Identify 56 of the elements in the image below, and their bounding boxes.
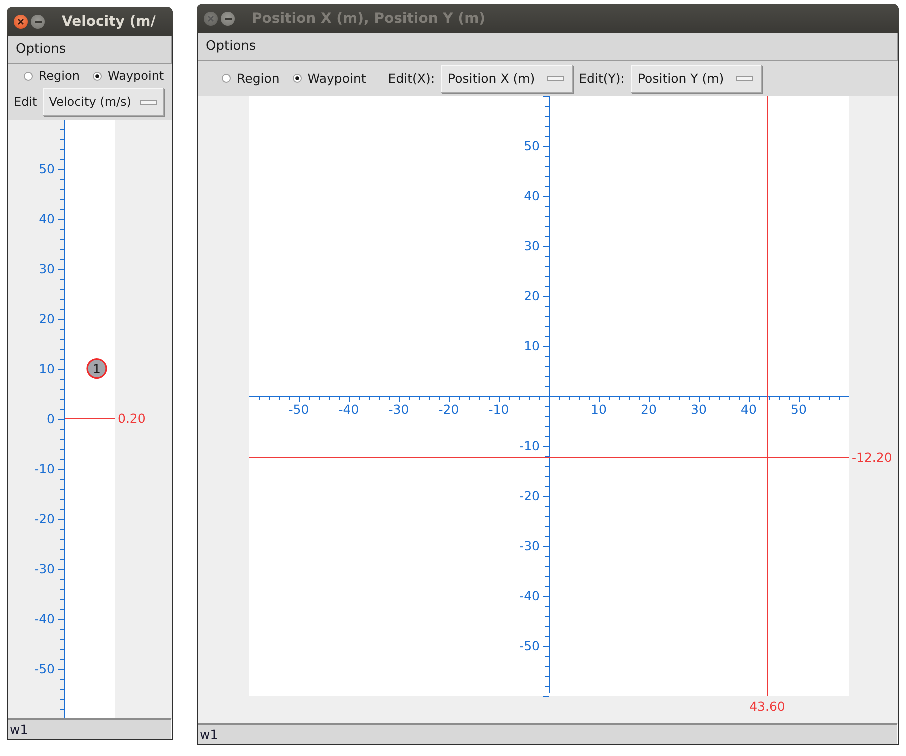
cursor-line xyxy=(64,418,116,419)
menu-item[interactable]: Options xyxy=(8,42,74,57)
close-icon xyxy=(208,16,214,22)
dropdown-icon xyxy=(140,100,156,104)
tick-label: -30 xyxy=(34,562,55,576)
tick-label: 20 xyxy=(641,402,657,417)
tick-label: -20 xyxy=(520,488,540,504)
tick-label: -10 xyxy=(488,402,510,417)
tick-label: -30 xyxy=(520,538,540,554)
tick-label: -50 xyxy=(520,638,540,654)
close-icon xyxy=(18,18,24,24)
dropdown[interactable]: Velocity (m/s) xyxy=(43,88,164,116)
tick-label: -10 xyxy=(34,462,55,476)
tick-label: 0 xyxy=(47,412,55,426)
tick-label: -40 xyxy=(34,612,55,626)
tick-label: 20 xyxy=(524,288,540,304)
cursor-value: 43.60 xyxy=(750,699,786,714)
tick-label: -50 xyxy=(34,662,55,676)
waypoint-marker[interactable]: 1 xyxy=(86,358,108,380)
window-title: Position X (m), Position Y (m) xyxy=(252,10,486,26)
tick-label: 30 xyxy=(691,402,707,417)
tick-label: 50 xyxy=(524,138,540,154)
tick-label: -40 xyxy=(338,402,360,417)
tick-label: 40 xyxy=(741,402,757,417)
minimize-button[interactable] xyxy=(31,14,45,28)
cursor-value: -12.20 xyxy=(852,450,892,465)
tick-label: -40 xyxy=(520,588,540,604)
dropdown-icon xyxy=(736,76,754,81)
tick-label: -20 xyxy=(438,402,460,417)
dropdown-icon xyxy=(547,76,564,81)
minimize-icon xyxy=(34,20,42,22)
window-title: Velocity (m/ xyxy=(62,14,156,30)
tick-label: -30 xyxy=(388,402,410,417)
tick-label: 30 xyxy=(524,238,540,254)
status-text: w1 xyxy=(199,727,218,742)
field-label: Edit(Y): xyxy=(579,71,625,86)
close-button[interactable] xyxy=(14,14,28,28)
tick-label: 10 xyxy=(591,402,607,417)
cursor-value: 0.20 xyxy=(118,411,146,426)
tick-label: 40 xyxy=(524,188,540,204)
tick-label: 50 xyxy=(39,162,55,176)
tick-label: 10 xyxy=(524,338,540,354)
tick-label: 20 xyxy=(39,312,55,326)
field-label: Edit xyxy=(14,95,38,109)
tick-label: 30 xyxy=(39,262,55,276)
minimize-icon xyxy=(224,18,232,20)
tick-label: 40 xyxy=(39,212,55,226)
status-text: w1 xyxy=(9,722,28,737)
tick-label: 50 xyxy=(791,402,807,417)
tick-label: -10 xyxy=(520,438,540,454)
tick-label: 10 xyxy=(39,362,55,376)
field-label: Edit(X): xyxy=(388,71,436,86)
radio-button[interactable]: Waypoint xyxy=(92,69,164,83)
tick-label: -50 xyxy=(288,402,310,417)
tick-label: -20 xyxy=(34,512,55,526)
radio-button[interactable]: Region xyxy=(24,69,80,83)
